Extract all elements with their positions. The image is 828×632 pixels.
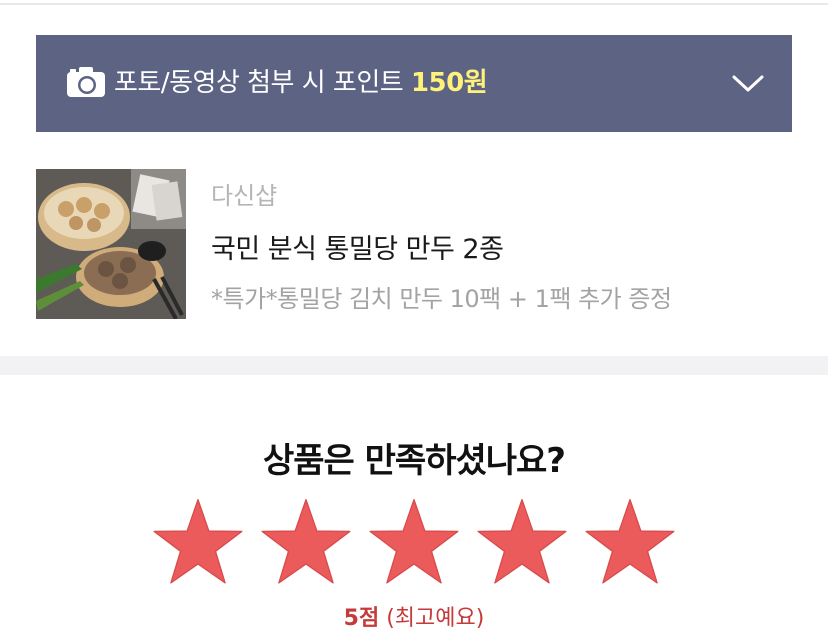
star-icon-4[interactable] [476, 497, 568, 589]
top-divider [0, 3, 828, 5]
seller-name: 다신샵 [211, 182, 278, 210]
camera-icon [67, 67, 105, 97]
chevron-down-icon[interactable] [732, 72, 764, 94]
star-icon-3[interactable] [368, 497, 460, 589]
satisfaction-question: 상품은 만족하셨나요? [262, 441, 566, 481]
rating-label: 5점 (최고예요) [0, 600, 828, 632]
banner-points: 150원 [410, 68, 488, 98]
banner-label: 포토/동영상 첨부 시 포인트 [114, 68, 404, 98]
rating-description: (최고예요) [386, 606, 485, 631]
star-icon-1[interactable] [152, 497, 244, 589]
photo-review-points-banner[interactable]: 포토/동영상 첨부 시 포인트 150원 [36, 35, 792, 132]
product-name: 국민 분식 통밀당 만두 2종 [211, 234, 504, 265]
product-thumbnail [36, 169, 186, 319]
product-option: *특가*통밀당 김치 만두 10팩 + 1팩 추가 증정 [211, 285, 672, 313]
section-divider [0, 356, 828, 375]
star-icon-2[interactable] [260, 497, 352, 589]
banner-text: 포토/동영상 첨부 시 포인트 150원 [114, 35, 488, 132]
rating-score: 5점 [343, 606, 380, 631]
star-icon-5[interactable] [584, 497, 676, 589]
star-rating[interactable] [152, 497, 676, 591]
